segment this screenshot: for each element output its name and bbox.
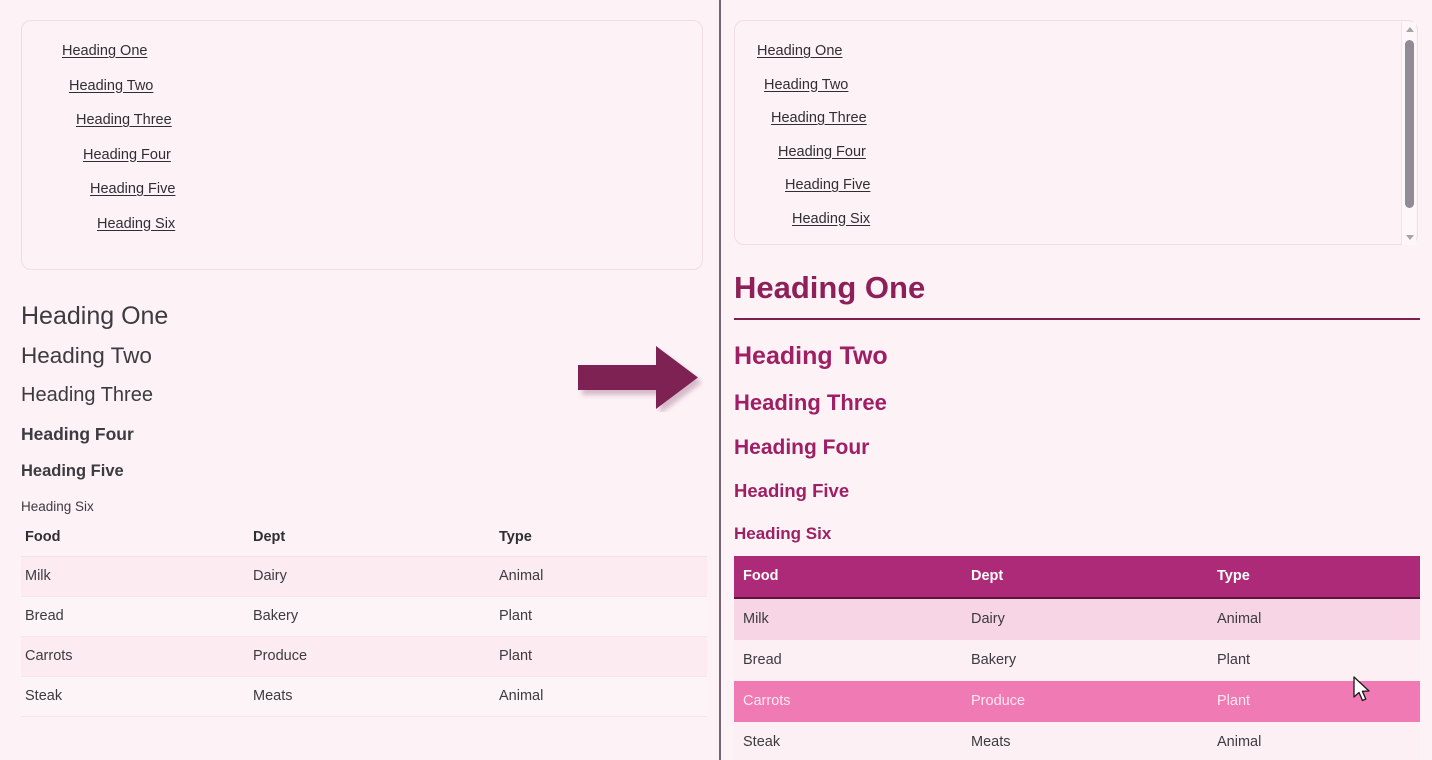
table-of-contents-box-unstyled: Heading One Heading Two Heading Three He… bbox=[21, 20, 703, 270]
column-header-food: Food bbox=[21, 519, 249, 557]
cell-dept: Meats bbox=[962, 722, 1208, 760]
list-item: Heading Four bbox=[735, 144, 1417, 178]
panel-divider bbox=[719, 0, 721, 760]
cell-type: Plant bbox=[1208, 681, 1420, 722]
scrollbar-thumb[interactable] bbox=[1405, 40, 1414, 208]
scroll-down-arrow-icon[interactable] bbox=[1402, 230, 1417, 245]
toc-link-heading-one[interactable]: Heading One bbox=[62, 44, 147, 59]
cell-dept: Bakery bbox=[962, 640, 1208, 681]
cell-food: Carrots bbox=[734, 681, 962, 722]
toc-link-heading-three[interactable]: Heading Three bbox=[76, 113, 172, 128]
table-row[interactable]: Bread Bakery Plant bbox=[734, 640, 1420, 681]
heading-level-1-styled: Heading One bbox=[734, 262, 1420, 320]
table-body-styled: Milk Dairy Animal Bread Bakery Plant Car… bbox=[734, 598, 1420, 760]
toc-link-heading-five[interactable]: Heading Five bbox=[785, 178, 870, 193]
list-item: Heading Six bbox=[735, 211, 1417, 245]
toc-link-heading-one[interactable]: Heading One bbox=[757, 44, 842, 59]
heading-level-1-unstyled: Heading One bbox=[21, 302, 169, 330]
table-body-unstyled: Milk Dairy Animal Bread Bakery Plant Car… bbox=[21, 556, 707, 717]
cell-food: Bread bbox=[734, 640, 962, 681]
toc-link-heading-two[interactable]: Heading Two bbox=[764, 77, 848, 93]
column-header-type: Type bbox=[1208, 556, 1420, 599]
scroll-up-arrow-icon[interactable] bbox=[1402, 22, 1417, 37]
column-header-dept: Dept bbox=[249, 519, 495, 557]
data-table-styled: Food Dept Type Milk Dairy Animal Bread B… bbox=[734, 556, 1420, 760]
unstyled-preview-panel: Heading One Heading Two Heading Three He… bbox=[0, 0, 720, 760]
column-header-dept: Dept bbox=[962, 556, 1208, 599]
toc-vertical-scrollbar[interactable] bbox=[1401, 22, 1416, 245]
cell-food: Milk bbox=[21, 556, 249, 597]
heading-level-6-styled: Heading Six bbox=[734, 524, 832, 543]
column-header-type: Type bbox=[495, 519, 707, 557]
heading-level-5-styled: Heading Five bbox=[734, 480, 850, 501]
table-row[interactable]: Milk Dairy Animal bbox=[21, 556, 707, 597]
table-header-unstyled: Food Dept Type bbox=[21, 519, 707, 557]
list-item: Heading Four bbox=[22, 147, 702, 182]
cell-food: Steak bbox=[734, 722, 962, 760]
styled-heading-stack: Heading One Heading Two Heading Three He… bbox=[734, 262, 1420, 556]
list-item: Heading Three bbox=[22, 112, 702, 147]
data-table-unstyled-wrapper: Food Dept Type Milk Dairy Animal Bread B… bbox=[21, 519, 707, 717]
toc-link-list-styled: Heading One Heading Two Heading Three He… bbox=[735, 21, 1417, 244]
cell-dept: Produce bbox=[962, 681, 1208, 722]
cell-dept: Produce bbox=[249, 636, 495, 677]
data-table-unstyled: Food Dept Type Milk Dairy Animal Bread B… bbox=[21, 519, 707, 717]
right-arrow-icon bbox=[578, 344, 703, 412]
cell-type: Animal bbox=[495, 556, 707, 597]
toc-link-heading-two[interactable]: Heading Two bbox=[69, 78, 153, 94]
toc-link-list-unstyled: Heading One Heading Two Heading Three He… bbox=[22, 21, 702, 269]
table-row[interactable]: Steak Meats Animal bbox=[734, 722, 1420, 760]
heading-level-2-styled: Heading Two bbox=[734, 342, 888, 370]
cell-type: Animal bbox=[495, 676, 707, 717]
cell-food: Bread bbox=[21, 596, 249, 637]
table-of-contents-box-styled: Heading One Heading Two Heading Three He… bbox=[734, 20, 1418, 245]
cell-dept: Bakery bbox=[249, 596, 495, 637]
cell-type: Plant bbox=[495, 596, 707, 637]
cell-dept: Meats bbox=[249, 676, 495, 717]
list-item: Heading Two bbox=[22, 78, 702, 113]
list-item: Heading Five bbox=[735, 177, 1417, 211]
cell-food: Steak bbox=[21, 676, 249, 717]
table-row[interactable]: Bread Bakery Plant bbox=[21, 596, 707, 637]
column-header-food: Food bbox=[734, 556, 962, 599]
table-row[interactable]: Steak Meats Animal bbox=[21, 676, 707, 717]
list-item: Heading One bbox=[735, 43, 1417, 77]
list-item: Heading One bbox=[22, 43, 702, 78]
toc-link-heading-four[interactable]: Heading Four bbox=[83, 147, 171, 163]
cell-type: Animal bbox=[1208, 722, 1420, 760]
screenshot-stage: Heading One Heading Two Heading Three He… bbox=[0, 0, 1432, 760]
styled-preview-panel: Heading One Heading Two Heading Three He… bbox=[722, 0, 1432, 760]
toc-link-heading-six[interactable]: Heading Six bbox=[97, 216, 175, 232]
table-row[interactable]: Milk Dairy Animal bbox=[734, 598, 1420, 640]
table-header-row: Food Dept Type bbox=[734, 556, 1420, 599]
list-item: Heading Two bbox=[735, 77, 1417, 111]
table-row-hovered[interactable]: Carrots Produce Plant bbox=[734, 681, 1420, 722]
toc-link-heading-four[interactable]: Heading Four bbox=[778, 144, 866, 160]
cell-dept: Dairy bbox=[249, 556, 495, 597]
cell-type: Plant bbox=[1208, 640, 1420, 681]
heading-level-4-unstyled: Heading Four bbox=[21, 424, 134, 444]
toc-link-heading-three[interactable]: Heading Three bbox=[771, 111, 867, 126]
table-row[interactable]: Carrots Produce Plant bbox=[21, 636, 707, 677]
cell-type: Animal bbox=[1208, 598, 1420, 640]
list-item: Heading Five bbox=[22, 181, 702, 216]
toc-link-heading-five[interactable]: Heading Five bbox=[90, 182, 175, 197]
table-header-row: Food Dept Type bbox=[21, 519, 707, 557]
list-item: Heading Three bbox=[735, 110, 1417, 144]
toc-link-heading-six[interactable]: Heading Six bbox=[792, 211, 870, 227]
table-header-styled: Food Dept Type bbox=[734, 556, 1420, 599]
heading-level-5-unstyled: Heading Five bbox=[21, 462, 124, 480]
heading-level-4-styled: Heading Four bbox=[734, 436, 870, 459]
data-table-styled-wrapper: Food Dept Type Milk Dairy Animal Bread B… bbox=[734, 556, 1420, 760]
cell-dept: Dairy bbox=[962, 598, 1208, 640]
cell-food: Milk bbox=[734, 598, 962, 640]
heading-level-3-styled: Heading Three bbox=[734, 390, 887, 415]
cell-type: Plant bbox=[495, 636, 707, 677]
cell-food: Carrots bbox=[21, 636, 249, 677]
list-item: Heading Six bbox=[22, 216, 702, 251]
